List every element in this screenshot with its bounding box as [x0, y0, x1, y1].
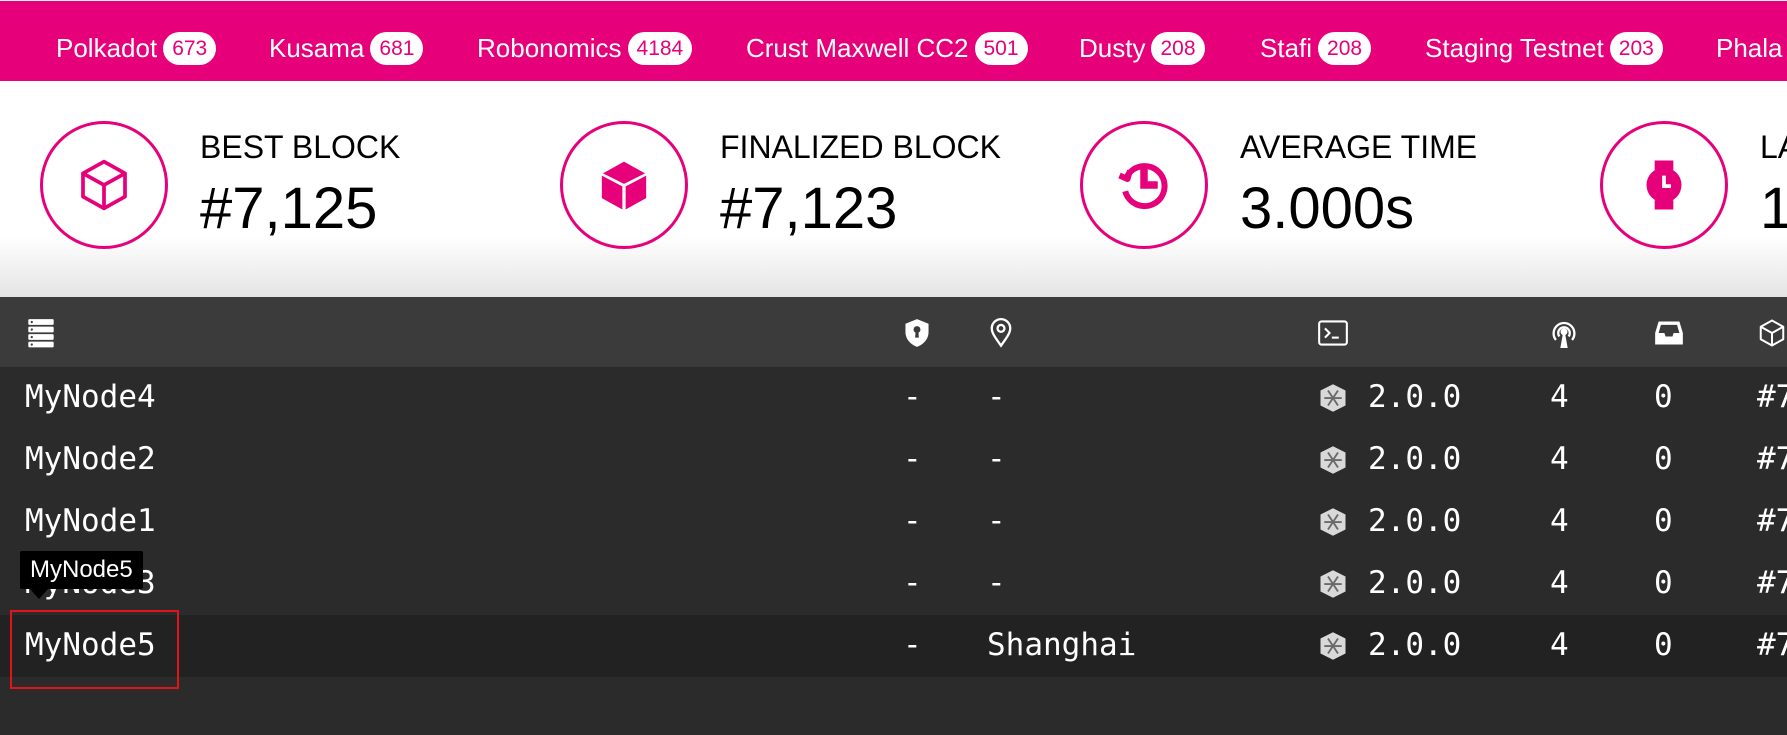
- map-pin-icon[interactable]: [986, 318, 1016, 348]
- terminal-icon[interactable]: [1318, 318, 1348, 348]
- version-cell: 2.0.0: [1368, 503, 1462, 539]
- substrate-logo-icon: [1320, 446, 1346, 474]
- chain-name: Kusama: [269, 32, 365, 63]
- best-block-tile: BEST BLOCK #7,125: [40, 81, 520, 297]
- stat-label: AVERAGE TIME: [1240, 129, 1478, 165]
- location-cell: Shanghai: [987, 627, 1137, 663]
- substrate-logo-icon: [1320, 384, 1346, 412]
- table-row[interactable]: MyNode4 - - 2.0.0 4 0 #7: [0, 367, 1787, 429]
- version-cell: 2.0.0: [1368, 379, 1462, 415]
- version-cell: 2.0.0: [1368, 441, 1462, 477]
- node-count-badge: 501: [974, 31, 1028, 65]
- txs-cell: 0: [1654, 441, 1673, 477]
- chain-name: Dusty: [1079, 32, 1146, 63]
- chain-name: Stafi: [1260, 32, 1313, 63]
- txs-cell: 0: [1654, 627, 1673, 663]
- cube-solid-icon: [560, 121, 688, 249]
- stats-header: BEST BLOCK #7,125 FINALIZED BLOCK #7,123…: [0, 81, 1787, 297]
- table-row[interactable]: MyNode2 - - 2.0.0 4 0 #7: [0, 429, 1787, 491]
- server-stack-icon[interactable]: [26, 318, 56, 348]
- inbox-icon[interactable]: [1654, 318, 1684, 348]
- substrate-logo-icon: [1320, 508, 1346, 536]
- stat-value: #7,123: [720, 176, 898, 241]
- node-name[interactable]: MyNode1: [25, 503, 156, 539]
- node-name[interactable]: MyNode2: [25, 441, 156, 477]
- chain-tab-dusty[interactable]: Dusty 208: [1079, 29, 1205, 67]
- block-cell: #7: [1757, 627, 1787, 663]
- node-count-badge: 673: [163, 31, 217, 65]
- version-cell: 2.0.0: [1368, 565, 1462, 601]
- peers-cell: 4: [1550, 441, 1569, 477]
- chain-name: Robonomics: [477, 32, 622, 63]
- finalized-block-tile: FINALIZED BLOCK #7,123: [560, 81, 1040, 297]
- table-row-highlighted[interactable]: MyNode5 - Shanghai 2.0.0 4 0 #7: [0, 615, 1787, 677]
- location-cell: -: [987, 503, 1006, 539]
- chain-tab-robonomics[interactable]: Robonomics 4184: [477, 29, 693, 67]
- chain-tab-polkadot[interactable]: Polkadot 673: [56, 29, 217, 67]
- node-table: MyNode4 - - 2.0.0 4 0 #7 MyNode2 - - 2.0…: [0, 297, 1787, 735]
- chain-tab-crust-maxwell-cc2[interactable]: Crust Maxwell CC2 501: [746, 29, 1028, 67]
- validator-cell: -: [903, 627, 922, 663]
- last-block-tile: LA 1: [1600, 81, 1787, 297]
- stat-value: #7,125: [200, 176, 378, 241]
- average-time-tile: AVERAGE TIME 3.000s: [1080, 81, 1560, 297]
- block-cell: #7: [1757, 441, 1787, 477]
- validator-cell: -: [903, 379, 922, 415]
- node-count-badge: 208: [1318, 31, 1372, 65]
- table-row[interactable]: MyNode1 - - 2.0.0 4 0 #7: [0, 491, 1787, 553]
- txs-cell: 0: [1654, 565, 1673, 601]
- cube-outline-icon[interactable]: [1757, 318, 1787, 348]
- location-cell: -: [987, 565, 1006, 601]
- node-count-badge: 208: [1151, 31, 1205, 65]
- selection-highlight: [10, 610, 179, 689]
- block-cell: #7: [1757, 503, 1787, 539]
- chain-tab-staging-testnet[interactable]: Staging Testnet 203: [1425, 29, 1663, 67]
- table-header: [0, 297, 1787, 367]
- node-name-tooltip: MyNode5: [20, 551, 143, 589]
- node-count-badge: 681: [370, 31, 424, 65]
- chain-tab-phala[interactable]: Phala: [1716, 29, 1787, 67]
- block-cell: #7: [1757, 379, 1787, 415]
- table-row[interactable]: MyNode3 - - 2.0.0 4 0 #7: [0, 553, 1787, 615]
- stat-label: BEST BLOCK: [200, 129, 401, 165]
- stat-label: FINALIZED BLOCK: [720, 129, 1001, 165]
- tooltip-arrow: [30, 589, 48, 599]
- peers-cell: 4: [1550, 379, 1569, 415]
- peers-cell: 4: [1550, 503, 1569, 539]
- substrate-logo-icon: [1320, 632, 1346, 660]
- block-cell: #7: [1757, 565, 1787, 601]
- history-clock-icon: [1080, 121, 1208, 249]
- chain-name: Staging Testnet: [1425, 32, 1604, 63]
- chain-tab-stafi[interactable]: Stafi 208: [1260, 29, 1372, 67]
- node-count-badge: 4184: [627, 31, 693, 65]
- chain-tab-kusama[interactable]: Kusama 681: [269, 29, 424, 67]
- stat-value: 3.000s: [1240, 176, 1415, 241]
- validator-cell: -: [903, 503, 922, 539]
- shield-keyhole-icon[interactable]: [902, 318, 932, 348]
- chain-name: Phala: [1716, 32, 1783, 63]
- chain-name: Crust Maxwell CC2: [746, 32, 969, 63]
- stat-label: LA: [1760, 129, 1787, 165]
- chain-tab-bar: Polkadot 673 Kusama 681 Robonomics 4184 …: [0, 0, 1787, 81]
- substrate-logo-icon: [1320, 570, 1346, 598]
- stat-value: 1: [1760, 176, 1787, 241]
- validator-cell: -: [903, 565, 922, 601]
- cube-outline-icon: [40, 121, 168, 249]
- peers-cell: 4: [1550, 565, 1569, 601]
- chain-name: Polkadot: [56, 32, 158, 63]
- node-count-badge: 203: [1609, 31, 1663, 65]
- version-cell: 2.0.0: [1368, 627, 1462, 663]
- broadcast-icon[interactable]: [1549, 318, 1579, 348]
- txs-cell: 0: [1654, 503, 1673, 539]
- peers-cell: 4: [1550, 627, 1569, 663]
- txs-cell: 0: [1654, 379, 1673, 415]
- location-cell: -: [987, 441, 1006, 477]
- node-name[interactable]: MyNode4: [25, 379, 156, 415]
- location-cell: -: [987, 379, 1006, 415]
- watch-icon: [1600, 121, 1728, 249]
- validator-cell: -: [903, 441, 922, 477]
